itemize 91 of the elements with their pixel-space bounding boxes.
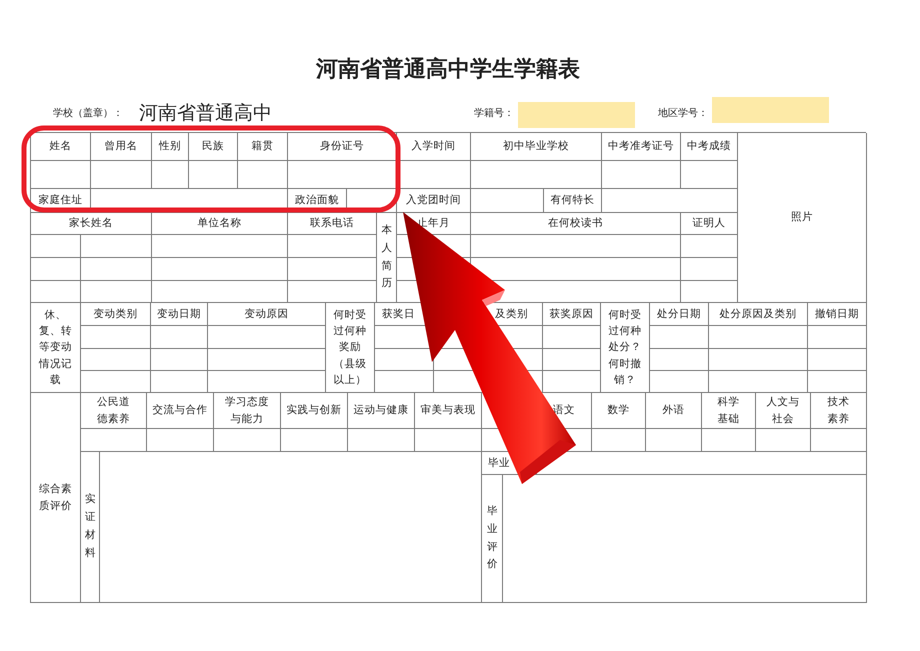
form-cell: [151, 326, 208, 349]
form-label: 毕业评价: [482, 475, 503, 603]
school-label: 学校（盖章）：: [53, 106, 123, 120]
form-cell: [189, 161, 238, 189]
form-cell: [681, 258, 738, 281]
form-cell: [147, 429, 214, 452]
form-label: 公民道德素养: [81, 393, 147, 429]
form-cell: [681, 281, 738, 303]
form-label: 运动与健康: [348, 393, 415, 429]
form-cell: [808, 326, 867, 349]
form-cell: [81, 326, 151, 349]
form-label: 及类别: [495, 306, 528, 322]
form-label: 人文与社会: [756, 393, 811, 429]
form-label: 何时受过何种处分？何时撤销？: [601, 303, 650, 393]
form-label: 实践与创新: [281, 393, 348, 429]
form-cell: [81, 429, 147, 452]
form-cell: [808, 371, 867, 393]
form-cell: [756, 429, 811, 452]
form-label: 外语: [646, 393, 702, 429]
form-title: 河南省普通高中学生学籍表: [314, 56, 581, 84]
form-label: 处分原因及类别: [709, 303, 808, 326]
form-label: 获奖原因: [543, 303, 601, 326]
form-label: 姓名: [31, 133, 91, 161]
form-cell: [151, 371, 208, 393]
form-label: 撤销日期: [808, 303, 867, 326]
form-label: 获奖日: [382, 306, 415, 322]
form-cell: [543, 326, 601, 349]
form-label: 曾用名: [91, 133, 152, 161]
form-cell: [91, 161, 152, 189]
form-label: 何时受过何种奖励（县级以上）: [326, 303, 375, 393]
form-cell: [811, 429, 867, 452]
form-label: 入学时间: [397, 133, 471, 161]
form-label: 身份证号: [288, 133, 397, 161]
form-cell: [592, 429, 646, 452]
form-label: 技术素养: [811, 393, 867, 429]
form-cell: [81, 371, 151, 393]
form-label: 科学基础: [702, 393, 756, 429]
form-label: 审美与表现: [415, 393, 482, 429]
form-cell: [808, 349, 867, 371]
form-label: 中考准考证号: [602, 133, 681, 161]
form-label: 变动原因: [208, 303, 326, 326]
form-cell: [152, 161, 189, 189]
form-cell: [214, 429, 281, 452]
form-label: 数学: [592, 393, 646, 429]
form-cell: [81, 258, 152, 281]
form-label: 交流与合作: [147, 393, 214, 429]
student-id-label: 学籍号：: [474, 107, 514, 120]
form-cell: [650, 326, 709, 349]
form-label: 初中毕业学校: [471, 133, 602, 161]
form-cell: [81, 349, 151, 371]
form-cell: [543, 371, 601, 393]
form-label: 学习态度与能力: [214, 393, 281, 429]
form-label: 照片: [738, 133, 867, 303]
form-cell: [81, 281, 152, 303]
form-label: 本人简历: [377, 213, 397, 303]
form-label: 联系电话: [288, 213, 377, 235]
form-cell: [702, 429, 756, 452]
form-label: 籍贯: [238, 133, 288, 161]
form-label: 入党团时间: [397, 189, 471, 213]
form-label: 家庭住址: [31, 189, 91, 213]
form-cell: [281, 429, 348, 452]
form-label: 在何校读书: [471, 213, 681, 235]
form-label: 中考成绩: [681, 133, 738, 161]
form-cell: [543, 349, 601, 371]
form-label: 民族: [189, 133, 238, 161]
form-label: 单位名称: [152, 213, 288, 235]
form-cell: [81, 235, 152, 258]
region-id-field[interactable]: [712, 97, 829, 123]
form-cell: [151, 349, 208, 371]
form-cell: [646, 429, 702, 452]
form-cell: [375, 371, 434, 393]
form-label: 综合素质评价: [31, 393, 81, 603]
form-label: 变动类别: [81, 303, 151, 326]
form-label: 政治面貌: [288, 189, 347, 213]
form-cell: [650, 349, 709, 371]
form-label: 性别: [152, 133, 189, 161]
student-id-field[interactable]: [518, 102, 635, 128]
form-label: 证明人: [681, 213, 738, 235]
form-label: 家长姓名: [31, 213, 152, 235]
school-name: 河南省普通高中: [139, 101, 272, 126]
form-label: 有何特长: [544, 189, 602, 213]
form-cell: [650, 371, 709, 393]
form-cell: [238, 161, 288, 189]
form-label: 休、复、转等变动情况记载: [31, 303, 81, 393]
form-label: 变动日期: [151, 303, 208, 326]
form-cell: [348, 429, 415, 452]
form-cell: [681, 235, 738, 258]
region-id-label: 地区学号：: [658, 106, 708, 120]
form-cell: [681, 161, 738, 189]
form-label: 处分日期: [650, 303, 709, 326]
form-label: 实证材料: [81, 452, 100, 603]
